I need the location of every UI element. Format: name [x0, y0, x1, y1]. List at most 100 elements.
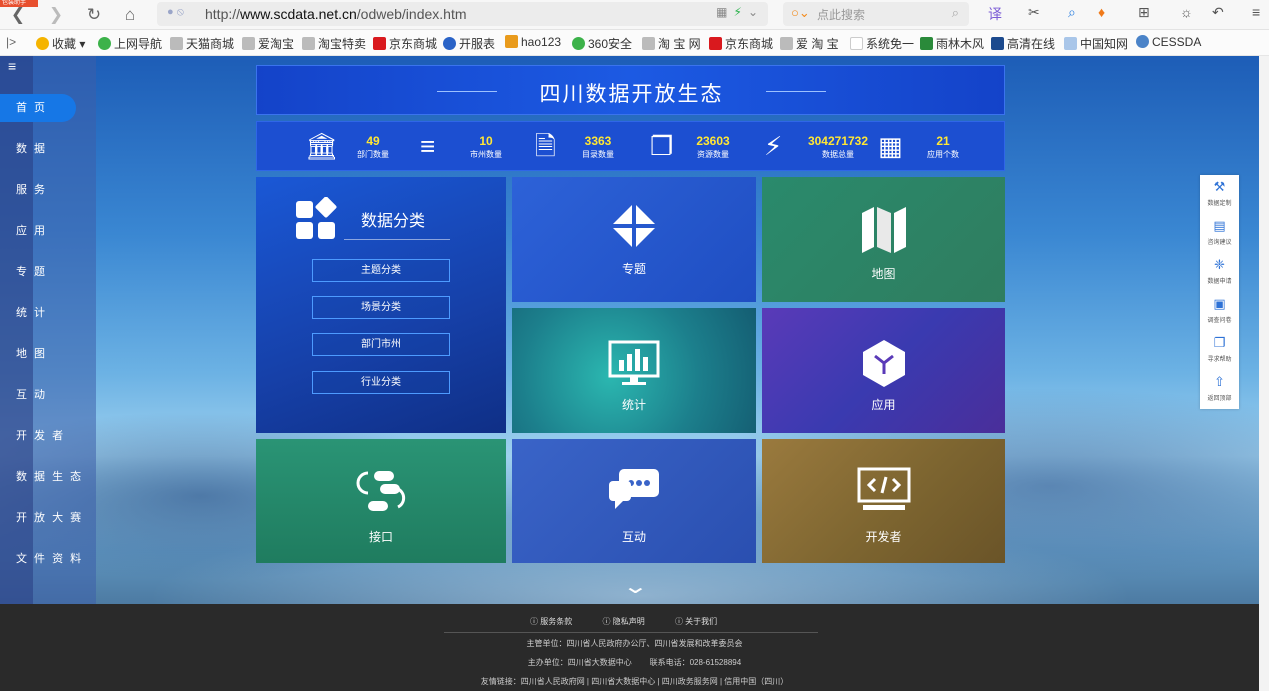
- browser-window: 包装助手 ❮ ❯ ↻ ⌂ ● ⦸ http://www.scdata.net.c…: [0, 0, 1269, 691]
- home-icon[interactable]: ⌂: [118, 3, 142, 27]
- bookmark-item[interactable]: 高清在线: [991, 35, 1055, 52]
- sidebar-item-topics[interactable]: 专 题: [0, 258, 96, 286]
- category-title: 数据分类: [361, 213, 426, 230]
- search-box[interactable]: ○⌄ 点此搜索 ⌕: [783, 2, 969, 26]
- tile-topic-label: 专题: [621, 262, 646, 276]
- help-button[interactable]: ❐ 寻求帮助: [1200, 331, 1239, 369]
- bookmark-item[interactable]: 360安全: [572, 35, 632, 52]
- sidebar-toggle-icon[interactable]: |>: [6, 35, 16, 49]
- footer-links: ⓘ 服务条款 ⓘ 隐私声明 ⓘ 关于我们: [530, 616, 745, 627]
- search-icon[interactable]: ⌕: [952, 5, 959, 21]
- tile-api-label: 接口: [368, 530, 393, 544]
- bookmark-item[interactable]: 中国知网: [1064, 35, 1128, 52]
- terms-link[interactable]: ⓘ 服务条款: [530, 617, 586, 626]
- apps-icon[interactable]: ⊞: [1138, 4, 1150, 21]
- compass-icon: [613, 205, 655, 247]
- privacy-link[interactable]: ⓘ 隐私声明: [602, 617, 658, 626]
- back-to-top-button[interactable]: ⇧ 返回顶部: [1200, 370, 1239, 408]
- tile-interact[interactable]: 互动: [512, 439, 756, 563]
- game-icon[interactable]: ♦: [1098, 4, 1105, 20]
- bookmark-item[interactable]: 淘宝特卖: [302, 35, 366, 52]
- sidebar-item-data[interactable]: 数 据: [0, 135, 96, 163]
- survey-button[interactable]: ▣ 调查问卷: [1200, 292, 1239, 330]
- sidebar-item-ecosystem[interactable]: 数 据 生 态: [0, 463, 96, 491]
- browser-toolbar: 包装助手 ❮ ❯ ↻ ⌂ ● ⦸ http://www.scdata.net.c…: [0, 0, 1269, 30]
- theme-category-button[interactable]: 主题分类: [312, 259, 450, 282]
- scissors-icon[interactable]: ✂: [1028, 4, 1040, 21]
- arrow-up-icon: ⇧: [1214, 374, 1225, 389]
- search-input[interactable]: 点此搜索: [817, 6, 865, 23]
- bookmark-item[interactable]: 爱 淘 宝: [780, 35, 839, 52]
- sidebar-item-map[interactable]: 地 图: [0, 340, 96, 368]
- category-icon: [296, 197, 337, 239]
- sidebar-item-contest[interactable]: 开 放 大 赛: [0, 504, 96, 532]
- sidebar-item-statistics[interactable]: 统 计: [0, 299, 96, 327]
- bookmark-item[interactable]: 上网导航: [98, 35, 162, 52]
- header-banner: 四川数据开放生态: [256, 65, 1005, 115]
- reload-icon[interactable]: ↻: [82, 3, 106, 27]
- tile-statistics-label: 统计: [621, 398, 646, 412]
- sidebar-item-apps[interactable]: 应 用: [0, 217, 96, 245]
- bookmark-item[interactable]: 系统免一: [850, 35, 914, 52]
- scene-category-button[interactable]: 场景分类: [312, 296, 450, 319]
- data-request-button[interactable]: ❈ 数据申请: [1200, 253, 1239, 291]
- scrollbar[interactable]: [1259, 56, 1269, 691]
- tile-data-category: 数据分类 主题分类 场景分类 部门市州 行业分类: [256, 177, 506, 433]
- form-icon: ▣: [1213, 296, 1226, 311]
- data-customize-button[interactable]: ⚒ 数据定制: [1200, 175, 1239, 213]
- tile-api[interactable]: 接口: [256, 439, 506, 563]
- scroll-down-icon[interactable]: ⌄: [622, 574, 649, 599]
- document-icon: 🗎: [535, 131, 556, 161]
- undo-icon[interactable]: ↶: [1212, 4, 1224, 21]
- bookmark-item[interactable]: 天猫商城: [170, 35, 234, 52]
- back-icon[interactable]: ❮: [6, 3, 30, 27]
- sidebar-item-developer[interactable]: 开 发 者: [0, 422, 96, 450]
- about-link[interactable]: ⓘ 关于我们: [675, 617, 731, 626]
- help-icon: ❐: [1213, 335, 1226, 350]
- tile-developer[interactable]: 开发者: [762, 439, 1005, 563]
- consult-button[interactable]: ▤ 咨询建议: [1200, 214, 1239, 252]
- bookmark-item[interactable]: hao123: [505, 35, 561, 49]
- footer-friend-links[interactable]: 友情链接：四川省人民政府网 | 四川省大数据中心 | 四川政务服务网 | 信用中…: [0, 676, 1269, 687]
- plug-icon: ⚡: [764, 131, 783, 161]
- bookmark-item[interactable]: 雨林木风: [920, 35, 984, 52]
- tile-map[interactable]: 地图: [762, 177, 1005, 302]
- tools-icon: ⚒: [1213, 179, 1226, 194]
- bookmark-item[interactable]: 京东商城: [373, 35, 437, 52]
- forward-icon[interactable]: ❯: [44, 3, 68, 27]
- bookmark-item[interactable]: 收藏 ▾: [36, 35, 85, 52]
- bookmark-item[interactable]: 开服表: [443, 35, 495, 52]
- sidebar-item-interact[interactable]: 互 动: [0, 381, 96, 409]
- footer: ⓘ 服务条款 ⓘ 隐私声明 ⓘ 关于我们 主管单位：四川省人民政府办公厅、四川省…: [0, 604, 1269, 691]
- sidebar-item-documents[interactable]: 文 件 资 料: [0, 545, 96, 573]
- address-bar[interactable]: ● ⦸ http://www.scdata.net.cn/odweb/index…: [157, 2, 768, 26]
- bookmark-item[interactable]: 淘 宝 网: [642, 35, 701, 52]
- industry-category-button[interactable]: 行业分类: [312, 371, 450, 394]
- bookmark-item[interactable]: 京东商城: [709, 35, 773, 52]
- dropdown-icon[interactable]: ⌄: [748, 5, 758, 19]
- stats-bar: 🏛 49 部门数量 ≡ 10 市州数量 🗎 3363 目录数量 ❐ 23603 …: [256, 121, 1005, 171]
- site-security-icon[interactable]: ● ⦸: [167, 6, 184, 19]
- bookmark-item[interactable]: CESSDA: [1136, 35, 1201, 49]
- brightness-icon[interactable]: ☼: [1180, 4, 1193, 20]
- bookmark-item[interactable]: 爱淘宝: [242, 35, 294, 52]
- tile-app[interactable]: 应用: [762, 308, 1005, 433]
- qr-icon[interactable]: ▦: [716, 5, 727, 19]
- hexagon-app-icon: [862, 340, 905, 387]
- tile-statistics[interactable]: 统计: [512, 308, 756, 433]
- chart-monitor-icon: [608, 340, 660, 385]
- url-text[interactable]: http://www.scdata.net.cn/odweb/index.htm: [205, 6, 467, 22]
- translate-icon[interactable]: 译: [988, 4, 1002, 24]
- sidebar-item-service[interactable]: 服 务: [0, 176, 96, 204]
- hamburger-menu-icon[interactable]: ≡: [8, 58, 16, 74]
- sidebar-item-home[interactable]: 首 页: [0, 94, 76, 122]
- speed-icon[interactable]: ⚡: [734, 5, 742, 19]
- list-icon: ≡: [420, 131, 436, 161]
- menu-icon[interactable]: ≡: [1252, 4, 1260, 20]
- search-engine-icon[interactable]: ○⌄: [791, 5, 810, 21]
- bank-icon: 🏛: [305, 131, 339, 161]
- department-city-button[interactable]: 部门市州: [312, 333, 450, 356]
- tile-topic[interactable]: 专题: [512, 177, 756, 302]
- find-icon[interactable]: ⌕: [1068, 4, 1076, 21]
- chat-bubbles-icon: [609, 469, 659, 509]
